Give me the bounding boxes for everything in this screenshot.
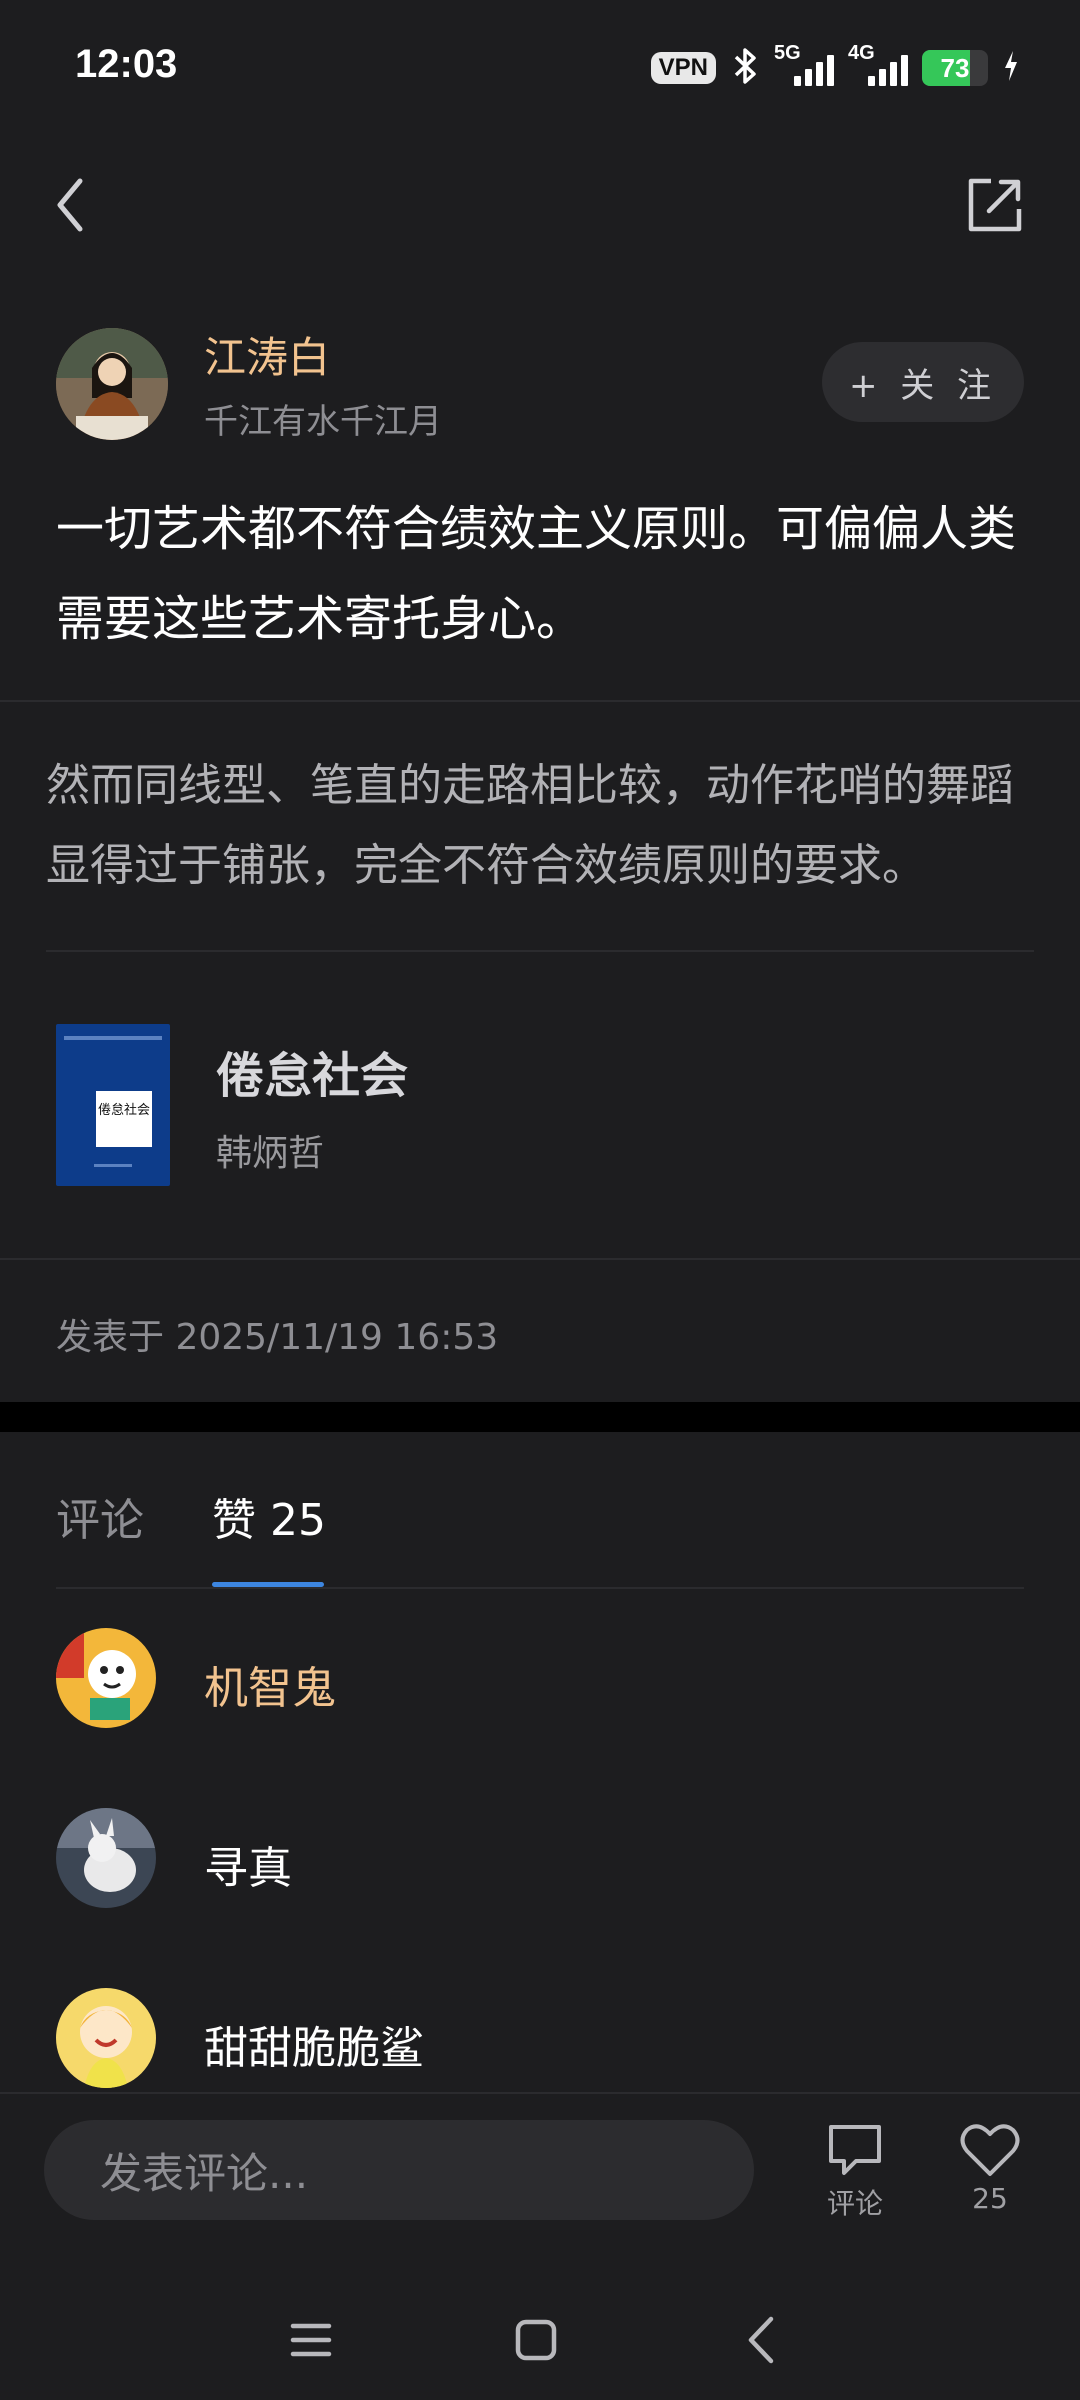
home-button[interactable] [506,2310,566,2370]
share-external-icon [968,178,1022,232]
back-button[interactable] [40,165,100,245]
home-square-icon [515,2319,557,2361]
post-time: 发表于 2025/11/19 16:53 [56,1317,499,1358]
list-item-name: 寻真 [204,1843,292,1894]
list-item-name: 机智鬼 [204,1663,336,1714]
menu-button[interactable] [281,2310,341,2370]
status-bar: 12:03 VPN 5G 4G 73 [0,0,1080,140]
comment-icon [829,2125,881,2175]
divider [46,950,1034,952]
divider [56,1587,1024,1589]
list-item[interactable]: 甜甜脆脆鲨 [56,1988,1024,2088]
charging-icon [1002,49,1020,87]
comment-input[interactable]: 发表评论... [44,2120,754,2220]
book-card[interactable]: 倦怠社会 倦怠社会 韩炳哲 [40,980,1040,1210]
book-cover-title: 倦怠社会 [96,1091,152,1147]
author-signature: 千江有水千江月 [204,402,442,442]
divider [0,700,1080,702]
menu-icon [290,2323,332,2357]
avatar [56,1808,156,1908]
follow-button[interactable]: + 关 注 [822,342,1024,422]
list-item-name: 甜甜脆脆鲨 [204,2023,424,2074]
vpn-badge: VPN [650,52,716,84]
book-author: 韩炳哲 [216,1133,325,1174]
post-quote: 然而同线型、笔直的走路相比较，动作花哨的舞蹈显得过于铺张，完全不符合效绩原则的要… [46,760,1014,891]
tab-likes[interactable]: 赞 25 [212,1484,326,1548]
list-item[interactable]: 寻真 [56,1808,1024,1908]
like-count: 25 [972,2182,1008,2215]
list-item[interactable]: 机智鬼 [56,1628,1024,1728]
avatar [56,1988,156,2088]
signal-4g-icon: 4G [848,42,908,88]
share-button[interactable] [960,170,1030,240]
comment-button[interactable]: 评论 [805,2122,905,2222]
tab-comments[interactable]: 评论 [56,1484,144,1548]
signal-5g-icon: 5G [774,42,834,88]
author-name[interactable]: 江涛白 [204,324,330,385]
section-separator [0,1402,1080,1432]
avatar-image [56,328,168,440]
book-cover: 倦怠社会 [56,1024,170,1186]
back-triangle-icon [748,2316,774,2364]
bluetooth-icon [730,46,760,90]
author-avatar[interactable] [56,328,168,440]
battery-indicator: 73 [922,50,988,86]
system-back-button[interactable] [731,2310,791,2370]
status-icons: VPN 5G 4G 73 [650,42,1020,90]
avatar [56,1628,156,1728]
comment-button-label: 评论 [826,2187,883,2220]
chevron-left-icon [57,178,83,232]
status-time: 12:03 [75,42,178,86]
system-nav-bar [0,2280,1080,2380]
divider [0,1258,1080,1260]
heart-icon [960,2124,1020,2176]
post-text: 一切艺术都不符合绩效主义原则。可偏偏人类需要这些艺术寄托身心。 [56,501,1017,647]
book-title: 倦怠社会 [216,1048,409,1104]
like-button[interactable]: 25 [940,2122,1040,2222]
